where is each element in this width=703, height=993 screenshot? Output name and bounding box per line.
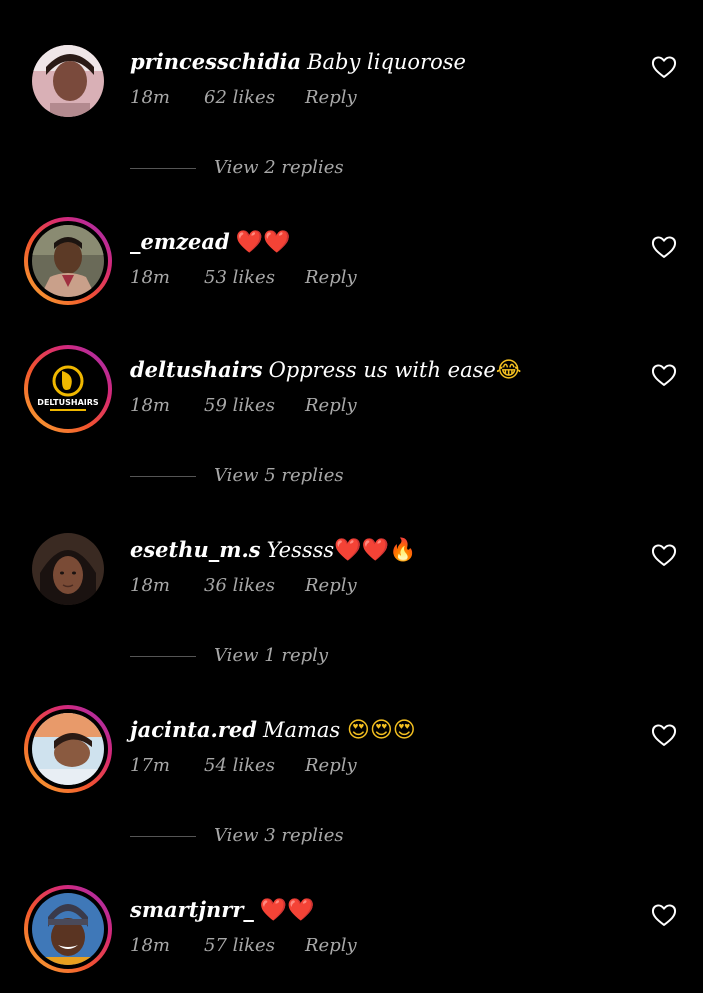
view-replies-label[interactable]: View 5 replies <box>214 462 344 490</box>
view-replies-button[interactable]: View 3 replies <box>130 822 530 850</box>
avatar-story-ring[interactable] <box>24 705 112 793</box>
timestamp: 18m <box>130 87 170 108</box>
replies-divider <box>130 656 196 657</box>
emoji: ❤️❤️🔥 <box>334 538 417 563</box>
likes-count[interactable]: 57 likes <box>204 933 275 959</box>
view-replies-button[interactable]: View 5 replies <box>130 462 530 490</box>
comment-line: smartjnrr_ ❤️❤️ <box>130 893 315 927</box>
emoji: 😍😍😍 <box>346 718 416 743</box>
comment-item: DELTUSHAIRS deltushairs Oppress us with e… <box>0 345 703 453</box>
emoji: 😂 <box>495 358 522 383</box>
heart-outline-icon[interactable] <box>650 233 678 261</box>
avatar-story-ring[interactable] <box>24 217 112 305</box>
username[interactable]: jacinta.red <box>130 717 257 742</box>
emoji: ❤️❤️ <box>235 230 291 255</box>
deltushairs-logo: DELTUSHAIRS <box>32 353 104 425</box>
comment-text: Oppress us with ease <box>268 358 496 382</box>
emoji: ❤️❤️ <box>259 898 315 923</box>
comment-line: deltushairs Oppress us with ease😂 <box>130 353 522 387</box>
likes-count[interactable]: 54 likes <box>204 753 275 779</box>
view-replies-label[interactable]: View 3 replies <box>214 822 344 850</box>
likes-count[interactable]: 36 likes <box>204 573 275 599</box>
comment-item: _emzead ❤️❤️ 18m 53 likes Reply <box>0 217 703 325</box>
replies-divider <box>130 168 196 169</box>
replies-divider <box>130 836 196 837</box>
timestamp: 18m <box>130 935 170 956</box>
logo-text: DELTUSHAIRS <box>37 398 99 407</box>
avatar-story-ring[interactable] <box>24 885 112 973</box>
view-replies-label[interactable]: View 1 reply <box>214 642 328 670</box>
comment-line: princesschidia Baby liquorose <box>130 45 466 79</box>
username[interactable]: _emzead <box>130 229 230 254</box>
reply-button[interactable]: Reply <box>305 265 357 291</box>
comment-text: Baby liquorose <box>307 50 466 74</box>
heart-outline-icon[interactable] <box>650 901 678 929</box>
comment-text: Yessss <box>266 538 335 562</box>
view-replies-button[interactable]: View 2 replies <box>130 154 530 182</box>
comment-item: jacinta.red Mamas 😍😍😍 17m 54 likes Reply <box>0 705 703 813</box>
avatar-photo <box>32 533 104 605</box>
avatar-photo <box>32 225 104 297</box>
username[interactable]: deltushairs <box>130 357 263 382</box>
heart-outline-icon[interactable] <box>650 541 678 569</box>
heart-outline-icon[interactable] <box>650 361 678 389</box>
username[interactable]: smartjnrr_ <box>130 897 254 922</box>
avatar-story-ring[interactable]: DELTUSHAIRS <box>24 345 112 433</box>
reply-button[interactable]: Reply <box>305 933 357 959</box>
reply-button[interactable]: Reply <box>305 573 357 599</box>
comment-item: smartjnrr_ ❤️❤️ 18m 57 likes Reply <box>0 885 703 993</box>
avatar-photo <box>32 893 104 965</box>
avatar[interactable] <box>32 533 104 605</box>
timestamp: 17m <box>130 755 170 776</box>
comment-line: jacinta.red Mamas 😍😍😍 <box>130 713 416 747</box>
heart-outline-icon[interactable] <box>650 53 678 81</box>
likes-count[interactable]: 59 likes <box>204 393 275 419</box>
timestamp: 18m <box>130 395 170 416</box>
avatar[interactable] <box>32 45 104 117</box>
comment-line: _emzead ❤️❤️ <box>130 225 290 259</box>
reply-button[interactable]: Reply <box>305 753 357 779</box>
comment-item: princesschidia Baby liquorose 18m 62 like… <box>0 45 703 145</box>
timestamp: 18m <box>130 267 170 288</box>
likes-count[interactable]: 53 likes <box>204 265 275 291</box>
view-replies-button[interactable]: View 1 reply <box>130 642 530 670</box>
comment-line: esethu_m.s Yessss❤️❤️🔥 <box>130 533 416 567</box>
avatar-photo <box>32 713 104 785</box>
heart-outline-icon[interactable] <box>650 721 678 749</box>
likes-count[interactable]: 62 likes <box>204 85 275 111</box>
timestamp: 18m <box>130 575 170 596</box>
comment-text: Mamas <box>262 718 341 742</box>
comment-item: esethu_m.s Yessss❤️❤️🔥 18m 36 likes Reply <box>0 533 703 633</box>
username[interactable]: esethu_m.s <box>130 537 261 562</box>
username[interactable]: princesschidia <box>130 49 301 74</box>
reply-button[interactable]: Reply <box>305 393 357 419</box>
view-replies-label[interactable]: View 2 replies <box>214 154 344 182</box>
avatar-photo <box>32 45 104 117</box>
replies-divider <box>130 476 196 477</box>
reply-button[interactable]: Reply <box>305 85 357 111</box>
